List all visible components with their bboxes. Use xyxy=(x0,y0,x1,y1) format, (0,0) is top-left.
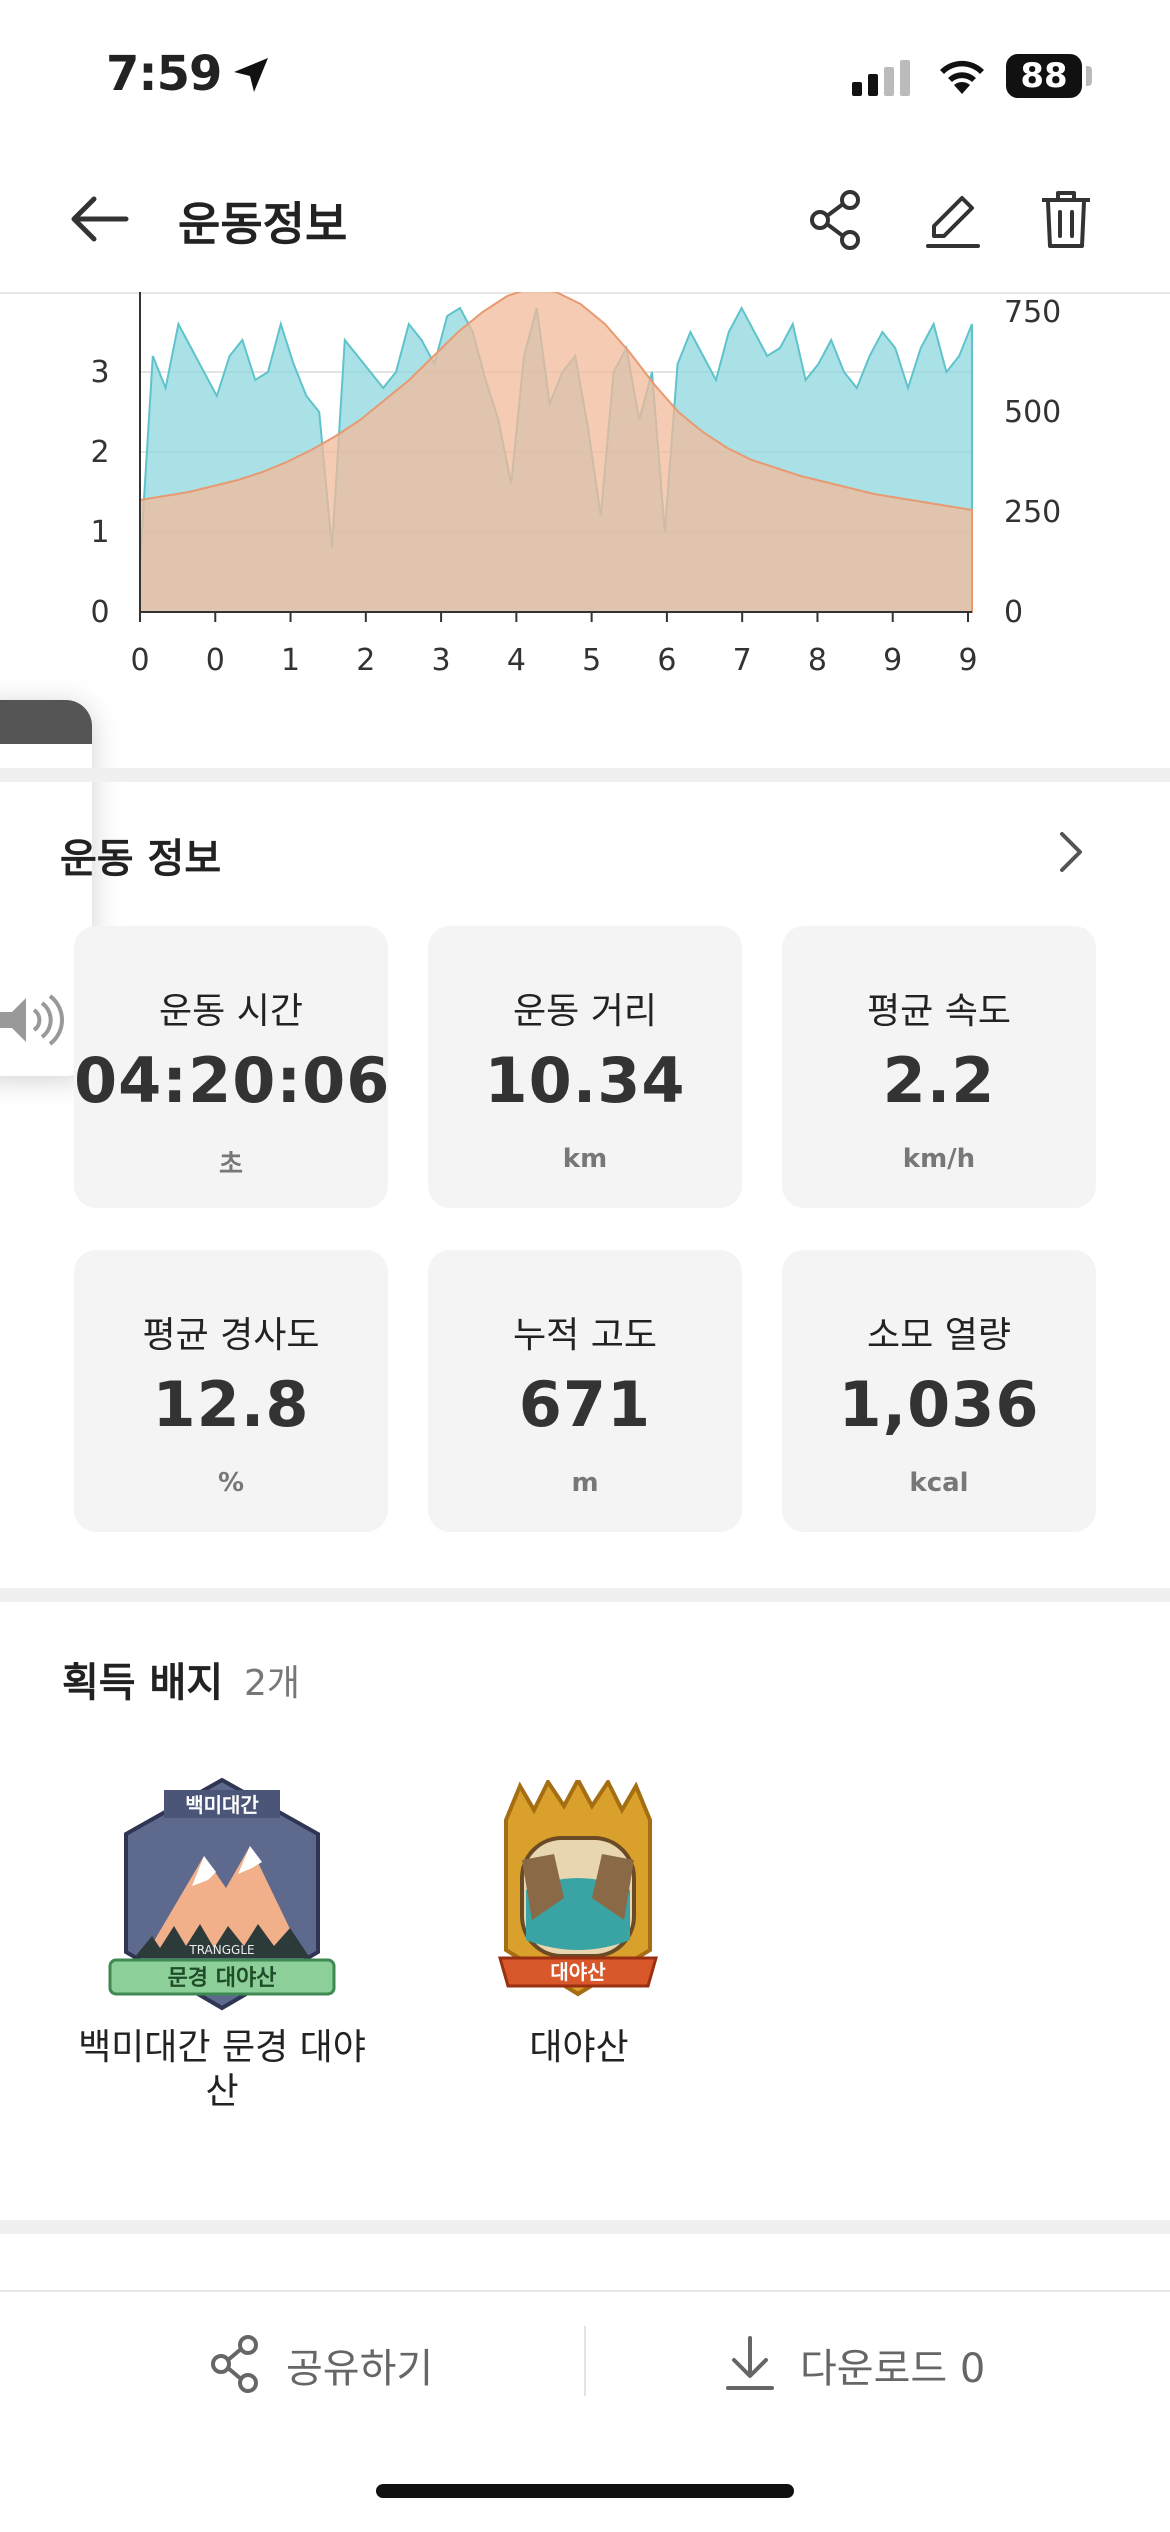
exercise-info-title: 운동 정보 xyxy=(60,836,222,882)
metric-unit: km/h xyxy=(902,1144,976,1174)
y-right-tick-label: 250 xyxy=(1004,495,1061,530)
x-tick-label: 5 xyxy=(582,643,601,678)
bottom-action-bar: 공유하기 다운로드 0 xyxy=(0,2290,1170,2432)
x-tick-label: 2 xyxy=(356,643,375,678)
x-tick-label: 4 xyxy=(507,643,526,678)
back-arrow-icon[interactable] xyxy=(68,194,130,244)
badges-count: 2개 xyxy=(244,1663,301,1704)
x-tick-label: 7 xyxy=(733,643,752,678)
metric-unit: m xyxy=(571,1468,599,1498)
volume-level-fill xyxy=(0,700,92,744)
trash-icon[interactable] xyxy=(1038,188,1094,252)
share-icon[interactable] xyxy=(808,188,864,252)
section-divider xyxy=(0,768,1170,782)
metric-value: 2.2 xyxy=(882,1044,996,1117)
metric-card: 운동 거리 10.34 km xyxy=(428,926,742,1208)
metric-label: 소모 열량 xyxy=(867,1315,1011,1356)
metric-label: 평균 경사도 xyxy=(142,1315,320,1356)
battery-indicator: 88 xyxy=(1006,54,1082,98)
edit-pencil-icon[interactable] xyxy=(924,188,982,252)
mountain-badge-icon[interactable]: 백미대간 TRANGGLE 문경 대야산 xyxy=(104,1776,340,2014)
badge-name: 백미대간 문경 대야산 xyxy=(78,2027,366,2112)
x-tick-label: 0 xyxy=(206,643,225,678)
metric-value: 04:20:06 xyxy=(74,1044,391,1117)
metric-label: 평균 속도 xyxy=(867,991,1011,1032)
metric-value: 1,036 xyxy=(838,1368,1040,1441)
y-left-tick-label: 1 xyxy=(90,515,109,550)
metric-card: 누적 고도 671 m xyxy=(428,1250,742,1532)
metric-value: 10.34 xyxy=(484,1044,686,1117)
cellular-signal-icon xyxy=(852,60,910,96)
badge-banner-text: 문경 대야산 xyxy=(168,1966,277,1991)
battery-tip xyxy=(1086,66,1092,86)
x-tick-label: 8 xyxy=(808,643,827,678)
bottom-bar-separator xyxy=(584,2326,586,2396)
elevation-speed-chart: 012302505007500 0 1 2 3 4 5 6 7 8 9 9 xyxy=(90,292,1061,678)
badge-header-text: 백미대간 xyxy=(185,1793,259,1817)
metric-label: 누적 고도 xyxy=(513,1315,657,1356)
home-indicator xyxy=(376,2484,794,2498)
x-tick-label: 6 xyxy=(657,643,676,678)
metric-unit: km xyxy=(562,1144,608,1174)
x-tick-label: 0 xyxy=(130,643,149,678)
x-tick-label: 3 xyxy=(432,643,451,678)
metric-value: 12.8 xyxy=(152,1368,310,1441)
y-right-tick-label: 0 xyxy=(1004,595,1023,630)
app-header: 운동정보 xyxy=(0,152,1170,294)
speaker-icon xyxy=(0,994,64,1046)
section-divider xyxy=(0,1588,1170,1602)
metric-unit: 초 xyxy=(219,1150,243,1180)
metric-card: 운동 시간 04:20:06 초 xyxy=(74,926,391,1208)
flame-badge-icon[interactable]: 대야산 xyxy=(492,1780,664,2010)
metric-value: 671 xyxy=(518,1368,652,1441)
share-button[interactable]: 공유하기 xyxy=(286,2336,433,2394)
metric-card: 소모 열량 1,036 kcal xyxy=(782,1250,1096,1532)
y-right-tick-label: 750 xyxy=(1004,295,1061,330)
y-left-tick-label: 0 xyxy=(90,595,109,630)
metric-label: 운동 시간 xyxy=(159,991,303,1032)
download-button[interactable]: 다운로드 0 xyxy=(800,2336,985,2394)
x-tick-label: 9 xyxy=(958,643,977,678)
metric-card: 평균 경사도 12.8% xyxy=(74,1250,388,1532)
share-icon[interactable] xyxy=(210,2334,262,2394)
metric-unit: % xyxy=(217,1468,245,1498)
wifi-icon xyxy=(940,60,984,94)
badge-banner-text: 대야산 xyxy=(550,1960,606,1984)
battery-level: 88 xyxy=(1020,56,1068,96)
location-arrow-icon xyxy=(234,58,268,92)
download-icon[interactable] xyxy=(724,2334,776,2392)
y-left-tick-label: 2 xyxy=(90,435,109,470)
metric-label: 운동 거리 xyxy=(513,991,657,1032)
metric-card: 평균 속도 2.2 km/h xyxy=(782,926,1096,1208)
badge-name: 대야산 xyxy=(529,2027,629,2068)
status-time: 7:59 xyxy=(106,46,222,102)
page-title: 운동정보 xyxy=(178,197,348,251)
section-divider xyxy=(0,2220,1170,2234)
badges-title: 획득 배지 xyxy=(62,1660,224,1706)
y-left-tick-label: 3 xyxy=(90,355,109,390)
chevron-right-icon[interactable] xyxy=(1054,830,1088,874)
x-tick-label: 9 xyxy=(883,643,902,678)
x-tick-label: 1 xyxy=(281,643,300,678)
metric-unit: kcal xyxy=(909,1468,969,1498)
badge-brand-text: TRANGGLE xyxy=(188,1943,254,1957)
y-right-tick-label: 500 xyxy=(1004,395,1061,430)
